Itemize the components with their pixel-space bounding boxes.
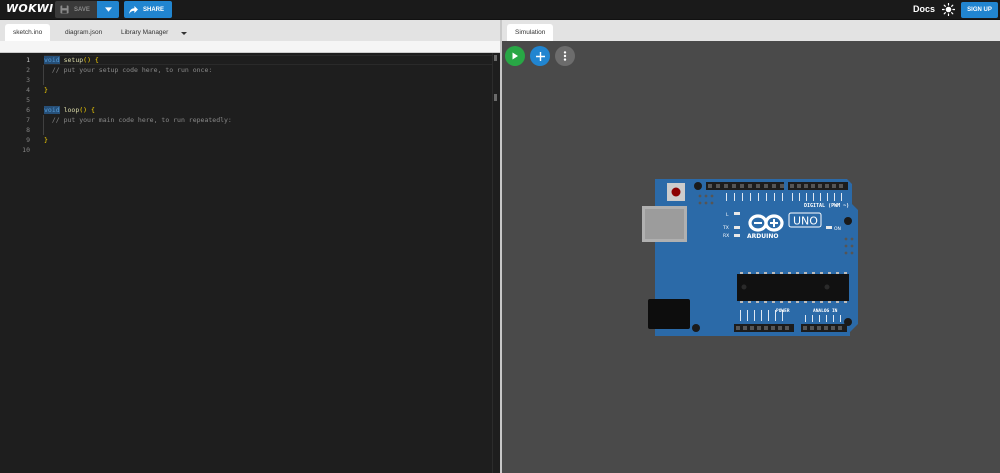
code-line: void loop() { bbox=[44, 106, 95, 114]
save-label: SAVE bbox=[74, 6, 90, 13]
line-number-gutter: 1 2 3 4 5 6 7 8 9 10 bbox=[0, 55, 32, 155]
line-number: 4 bbox=[26, 86, 30, 94]
led-label-tx: TX bbox=[722, 225, 729, 231]
more-vertical-icon bbox=[563, 51, 567, 61]
caret-down-icon bbox=[104, 7, 112, 12]
editor-header-strip bbox=[0, 41, 500, 53]
save-options-button[interactable] bbox=[97, 1, 119, 18]
plus-icon bbox=[535, 51, 545, 61]
tab-diagram-json[interactable]: diagram.json bbox=[57, 24, 110, 41]
led-on bbox=[826, 226, 832, 229]
mounting-hole bbox=[692, 324, 700, 332]
line-number: 8 bbox=[26, 126, 30, 134]
code-line: void setup() { bbox=[44, 55, 492, 65]
code-line: } bbox=[44, 136, 48, 144]
atmega-chip bbox=[737, 274, 849, 301]
scrollbar-thumb[interactable] bbox=[494, 94, 497, 101]
on-label: ON bbox=[834, 226, 841, 232]
code-line: // put your setup code here, to run once… bbox=[51, 66, 213, 74]
digital-label: DIGITAL (PWM ~) bbox=[804, 203, 849, 209]
save-button[interactable]: SAVE bbox=[55, 1, 97, 18]
share-button[interactable]: SHARE bbox=[124, 1, 172, 18]
tab-library-manager[interactable]: Library Manager bbox=[113, 24, 176, 41]
more-options-button[interactable] bbox=[555, 46, 575, 66]
mounting-hole bbox=[844, 217, 852, 225]
wokwi-logo[interactable]: WOKWI bbox=[6, 2, 53, 15]
brand-label: ARDUINO bbox=[747, 233, 778, 240]
line-number: 2 bbox=[26, 66, 30, 74]
sign-up-button[interactable]: SIGN UP bbox=[961, 2, 998, 18]
start-simulation-button[interactable] bbox=[505, 46, 525, 66]
power-jack bbox=[648, 299, 690, 329]
line-number: 6 bbox=[26, 106, 30, 114]
share-label: SHARE bbox=[143, 6, 165, 13]
analog-label: ANALOG IN bbox=[813, 308, 838, 314]
tab-simulation[interactable]: Simulation bbox=[507, 24, 554, 41]
led-l bbox=[734, 212, 740, 215]
code-line: // put your main code here, to run repea… bbox=[51, 116, 232, 124]
power-label: POWER bbox=[776, 308, 790, 314]
simulation-tab-bar: Simulation bbox=[502, 20, 1000, 41]
tabs-menu-caret-icon[interactable] bbox=[179, 28, 189, 38]
line-number: 5 bbox=[26, 96, 30, 104]
editor-tab-bar: sketch.ino diagram.json Library Manager bbox=[0, 20, 500, 41]
led-rx bbox=[734, 234, 740, 237]
model-label: UNO bbox=[793, 215, 818, 228]
mounting-hole bbox=[694, 182, 702, 190]
line-number: 1 bbox=[26, 56, 30, 64]
share-arrow-icon bbox=[129, 5, 138, 14]
scrollbar-marker bbox=[494, 55, 497, 61]
theme-toggle-sun-icon[interactable] bbox=[942, 3, 955, 16]
code-editor[interactable]: 1 2 3 4 5 6 7 8 9 10 void setup() { // p… bbox=[0, 53, 500, 473]
code-lines: void setup() { // put your setup code he… bbox=[44, 55, 492, 155]
led-tx bbox=[734, 226, 740, 229]
line-number: 3 bbox=[26, 76, 30, 84]
editor-scrollbar[interactable] bbox=[492, 53, 500, 473]
line-number: 9 bbox=[26, 136, 30, 144]
play-icon bbox=[512, 52, 518, 60]
floppy-icon bbox=[60, 5, 69, 14]
arduino-uno-board[interactable]: DIGITAL (PWM ~) L TX RX ARDUINO UNO ON P… bbox=[640, 176, 858, 338]
line-number: 7 bbox=[26, 116, 30, 124]
add-part-button[interactable] bbox=[530, 46, 550, 66]
led-label-rx: RX bbox=[723, 233, 729, 239]
line-number: 10 bbox=[22, 146, 30, 154]
code-line: } bbox=[44, 86, 48, 94]
tab-sketch-ino[interactable]: sketch.ino bbox=[5, 24, 51, 41]
docs-link[interactable]: Docs bbox=[913, 4, 935, 14]
top-bar: WOKWI SAVE SHARE Docs SIGN UP bbox=[0, 0, 1000, 20]
